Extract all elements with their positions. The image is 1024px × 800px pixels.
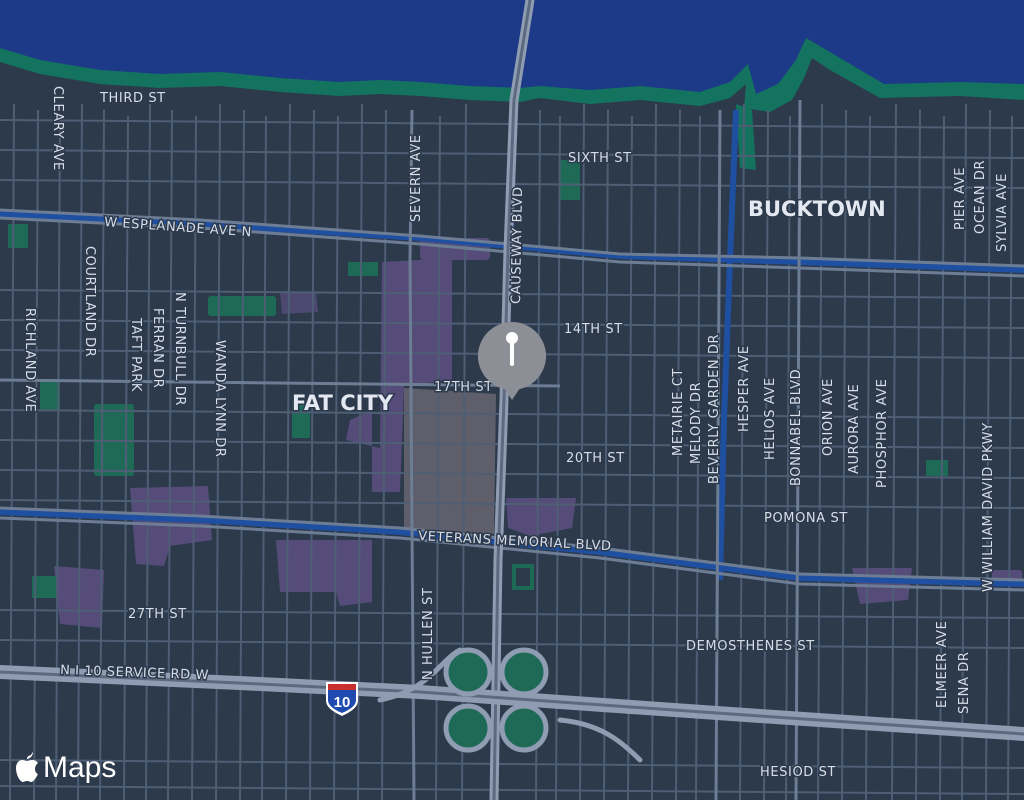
area-label-bucktown: BUCKTOWN — [748, 197, 886, 221]
street-label-helios: HELIOS AVE — [763, 377, 778, 460]
location-pin[interactable] — [478, 322, 548, 402]
street-label-sena: SENA DR — [957, 652, 972, 714]
street-label-phosphor: PHOSPHOR AVE — [875, 379, 890, 488]
street-label-sixth: SIXTH ST — [568, 151, 632, 166]
street-label-pomona: POMONA ST — [764, 511, 848, 526]
street-label-courtland: COURTLAND DR — [82, 246, 97, 357]
street-label-melody: MELODY DR — [689, 382, 704, 464]
street-label-n-hullen: N HULLEN ST — [421, 588, 436, 681]
street-label-bonnabel: BONNABEL BLVD — [789, 369, 804, 486]
shopping-center-block — [404, 388, 496, 534]
street-label-metairie-ct: METAIRIE CT — [671, 368, 686, 456]
street-label-27th: 27TH ST — [128, 607, 187, 622]
street-label-richland: RICHLAND AVE — [22, 308, 37, 412]
street-label-n-turnbull: N TURNBULL DR — [172, 292, 187, 406]
street-label-causeway: CAUSEWAY BLVD — [509, 186, 526, 304]
maps-attribution-label: Maps — [43, 751, 117, 784]
street-label-ocean: OCEAN DR — [973, 160, 988, 234]
shield-number: 10 — [334, 694, 351, 711]
map-pin-icon — [478, 322, 546, 400]
street-label-demosthenes: DEMOSTHENES ST — [686, 639, 815, 654]
area-label-fat-city: FAT CITY — [292, 391, 394, 415]
street-label-pier: PIER AVE — [953, 167, 968, 230]
street-label-third: THIRD ST — [99, 91, 166, 106]
street-label-w-william-david: W WILLIAM DAVID PKWY — [981, 422, 996, 592]
street-label-beverly-garden: BEVERLY GARDEN DR — [707, 334, 722, 484]
street-label-14th: 14TH ST — [564, 322, 623, 337]
street-label-orion: ORION AVE — [821, 378, 836, 456]
street-label-cleary: CLEARY AVE — [50, 86, 65, 171]
street-label-ferran: FERRAN DR — [150, 308, 165, 388]
street-label-hesper: HESPER AVE — [737, 345, 752, 432]
maps-attribution: Maps — [14, 746, 116, 790]
street-label-taft: TAFT PARK — [128, 317, 143, 392]
street-label-20th: 20TH ST — [566, 451, 625, 466]
street-label-sylvia: SYLVIA AVE — [995, 173, 1010, 252]
street-label-severn: SEVERN AVE — [409, 134, 424, 222]
street-label-aurora: AURORA AVE — [847, 384, 862, 474]
street-label-elmeer: ELMEER AVE — [935, 621, 950, 708]
street-label-wanda-lynn: WANDA LYNN DR — [212, 340, 227, 457]
apple-logo-icon — [16, 752, 38, 782]
street-label-hesiod: HESIOD ST — [760, 765, 836, 780]
